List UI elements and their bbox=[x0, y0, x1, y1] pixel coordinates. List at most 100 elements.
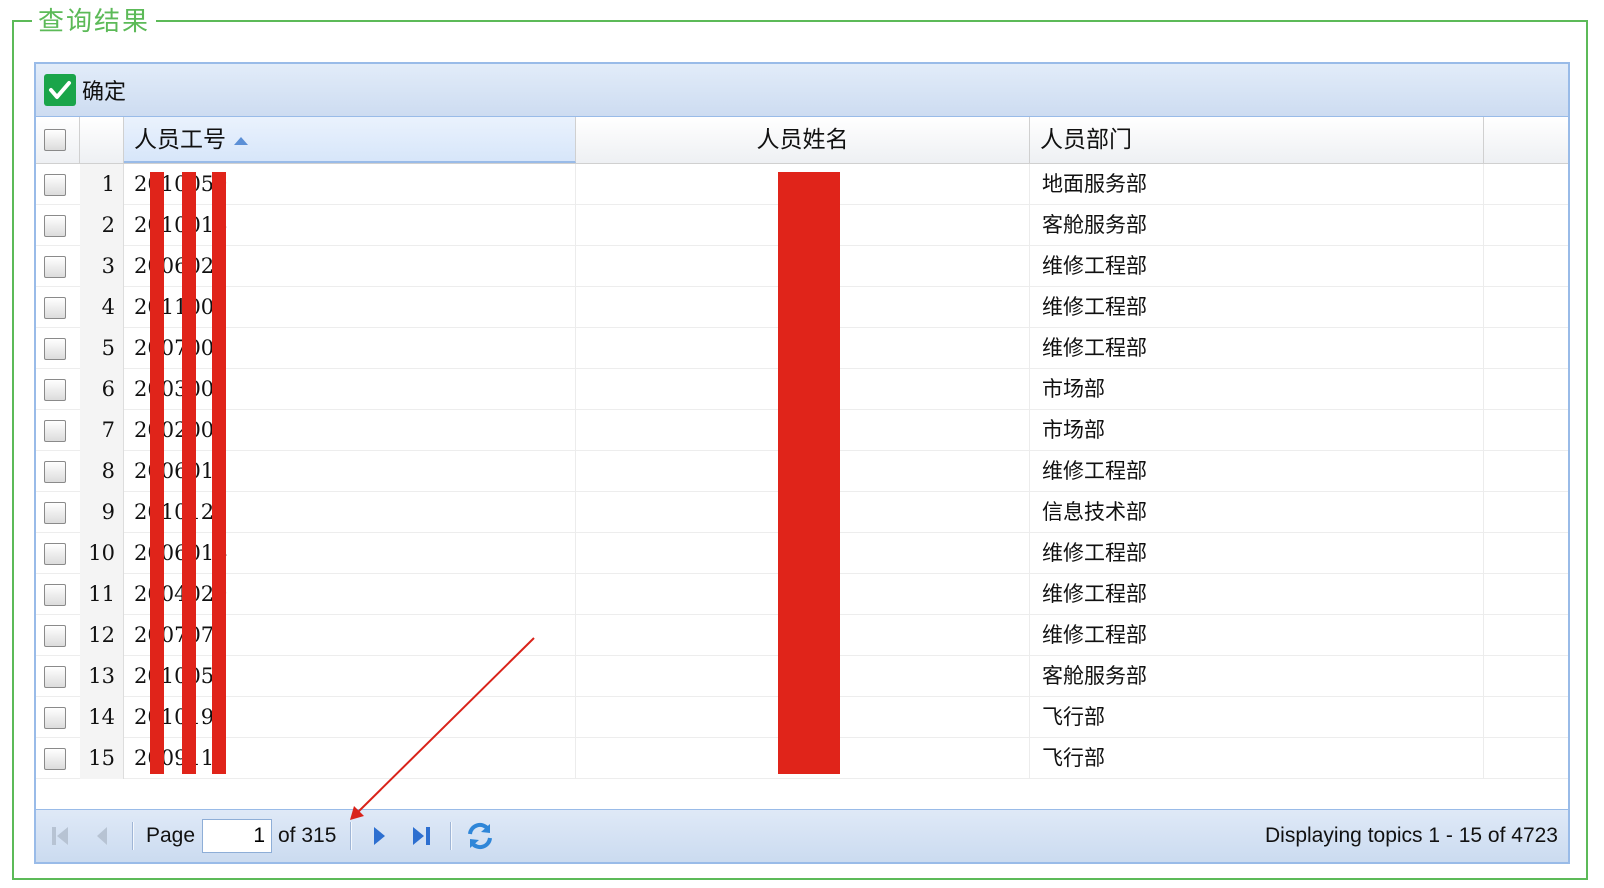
row-checkbox[interactable] bbox=[44, 706, 66, 729]
last-page-button[interactable] bbox=[408, 810, 436, 862]
employee-department: 市场部 bbox=[1030, 369, 1484, 410]
column-header-id-label: 人员工号 bbox=[134, 127, 226, 153]
employee-department: 维修工程部 bbox=[1030, 246, 1484, 287]
page-number-input[interactable] bbox=[202, 819, 272, 853]
first-page-icon bbox=[52, 827, 68, 845]
row-checkbox[interactable] bbox=[44, 460, 66, 483]
pager-separator bbox=[450, 822, 452, 850]
row-select-cell bbox=[36, 533, 80, 574]
page-label: Page bbox=[146, 824, 196, 847]
grid-toolbar: 确定 bbox=[36, 64, 1568, 117]
page-number-field-wrap bbox=[202, 810, 272, 862]
row-number: 1 bbox=[80, 164, 124, 205]
select-all-checkbox[interactable] bbox=[44, 129, 66, 151]
row-number: 9 bbox=[80, 492, 124, 533]
column-header-dept[interactable]: 人员部门 bbox=[1030, 117, 1484, 163]
refresh-icon bbox=[468, 822, 492, 850]
row-number: 7 bbox=[80, 410, 124, 451]
row-number: 12 bbox=[80, 615, 124, 656]
employee-department: 信息技术部 bbox=[1030, 492, 1484, 533]
row-select-cell bbox=[36, 287, 80, 328]
header-filler bbox=[1484, 117, 1570, 163]
pager-separator bbox=[132, 822, 134, 850]
row-number: 15 bbox=[80, 738, 124, 779]
employee-department: 维修工程部 bbox=[1030, 451, 1484, 492]
row-select-cell bbox=[36, 656, 80, 697]
first-page-button[interactable] bbox=[48, 810, 74, 862]
employee-department: 客舱服务部 bbox=[1030, 205, 1484, 246]
redaction-bar bbox=[150, 172, 164, 774]
employee-department: 地面服务部 bbox=[1030, 164, 1484, 205]
row-number: 10 bbox=[80, 533, 124, 574]
row-select-cell bbox=[36, 492, 80, 533]
row-checkbox[interactable] bbox=[44, 296, 66, 319]
row-checkbox[interactable] bbox=[44, 501, 66, 524]
row-select-cell bbox=[36, 410, 80, 451]
row-select-cell bbox=[36, 615, 80, 656]
row-checkbox[interactable] bbox=[44, 665, 66, 688]
row-number: 5 bbox=[80, 328, 124, 369]
check-icon bbox=[44, 74, 76, 106]
query-results-legend: 查询结果 bbox=[32, 4, 157, 40]
row-checkbox[interactable] bbox=[44, 214, 66, 237]
grid-header: 人员工号 人员姓名 人员部门 bbox=[36, 117, 1568, 164]
row-select-cell bbox=[36, 574, 80, 615]
column-header-id[interactable]: 人员工号 bbox=[124, 117, 576, 163]
row-number: 6 bbox=[80, 369, 124, 410]
row-select-cell bbox=[36, 738, 80, 779]
row-checkbox[interactable] bbox=[44, 173, 66, 196]
employee-department: 维修工程部 bbox=[1030, 574, 1484, 615]
employee-department: 客舱服务部 bbox=[1030, 656, 1484, 697]
row-number: 3 bbox=[80, 246, 124, 287]
redaction-bar bbox=[778, 172, 840, 774]
row-checkbox[interactable] bbox=[44, 419, 66, 442]
row-checkbox[interactable] bbox=[44, 624, 66, 647]
row-select-cell bbox=[36, 369, 80, 410]
row-number: 2 bbox=[80, 205, 124, 246]
page-count-label: of 315 bbox=[278, 824, 337, 847]
row-select-cell bbox=[36, 451, 80, 492]
next-page-button[interactable] bbox=[366, 810, 392, 862]
row-checkbox[interactable] bbox=[44, 255, 66, 278]
row-number-header bbox=[80, 117, 124, 163]
row-select-cell bbox=[36, 164, 80, 205]
column-header-name-label: 人员姓名 bbox=[756, 127, 849, 153]
redaction-bar bbox=[182, 172, 196, 774]
next-page-icon bbox=[374, 827, 385, 845]
row-checkbox[interactable] bbox=[44, 337, 66, 360]
row-select-cell bbox=[36, 246, 80, 287]
prev-page-button[interactable] bbox=[90, 810, 116, 862]
row-number: 4 bbox=[80, 287, 124, 328]
employee-department: 维修工程部 bbox=[1030, 533, 1484, 574]
last-page-icon bbox=[413, 827, 430, 845]
employee-department: 维修工程部 bbox=[1030, 287, 1484, 328]
employee-department: 市场部 bbox=[1030, 410, 1484, 451]
paging-toolbar: Page of 315 Displaying topics 1 - 15 of … bbox=[36, 809, 1568, 862]
confirm-button[interactable]: 确定 bbox=[44, 74, 126, 106]
row-select-cell bbox=[36, 205, 80, 246]
row-select-cell bbox=[36, 328, 80, 369]
row-checkbox[interactable] bbox=[44, 747, 66, 770]
employee-department: 维修工程部 bbox=[1030, 615, 1484, 656]
employee-department: 飞行部 bbox=[1030, 697, 1484, 738]
row-select-cell bbox=[36, 697, 80, 738]
row-number: 14 bbox=[80, 697, 124, 738]
redaction-bar bbox=[212, 172, 226, 774]
select-all-header bbox=[36, 117, 80, 163]
results-grid-panel: 确定 人员工号 人员姓名 人员部门 1 2010059 地面服务部 2 2010016 客… bbox=[34, 62, 1570, 864]
row-number: 13 bbox=[80, 656, 124, 697]
employee-department: 飞行部 bbox=[1030, 738, 1484, 779]
column-header-dept-label: 人员部门 bbox=[1040, 127, 1132, 153]
confirm-label: 确定 bbox=[82, 80, 127, 105]
row-checkbox[interactable] bbox=[44, 542, 66, 565]
column-header-name[interactable]: 人员姓名 bbox=[576, 117, 1030, 163]
prev-page-icon bbox=[97, 827, 107, 845]
refresh-button[interactable] bbox=[464, 810, 496, 862]
sort-ascending-icon bbox=[234, 136, 248, 145]
row-number: 11 bbox=[80, 574, 124, 615]
pager-separator bbox=[350, 822, 352, 850]
employee-department: 维修工程部 bbox=[1030, 328, 1484, 369]
row-number: 8 bbox=[80, 451, 124, 492]
row-checkbox[interactable] bbox=[44, 378, 66, 401]
row-checkbox[interactable] bbox=[44, 583, 66, 606]
